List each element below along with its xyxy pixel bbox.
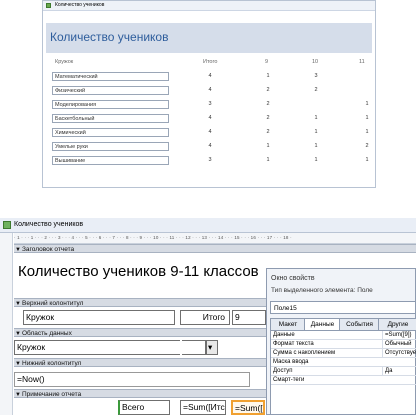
- section-label: Область данных: [22, 330, 72, 337]
- property-name: Доступ: [273, 368, 293, 374]
- column-header-9: 9: [265, 59, 269, 65]
- preview-cell-g10: 1: [314, 143, 318, 149]
- combo-dropdown-button[interactable]: ▾: [206, 340, 218, 355]
- preview-cell-total: 4: [208, 129, 212, 135]
- report-title-field[interactable]: Количество учеников 9-11 классов: [18, 263, 259, 280]
- report-preview: Количество учеников Количество учеников …: [42, 0, 376, 188]
- footer-sum-itogo-field[interactable]: =Sum([Итс: [180, 400, 226, 415]
- section-arrow-icon: ▼: [15, 392, 21, 398]
- detail-kruzhok-field[interactable]: Кружок: [14, 340, 206, 355]
- preview-cell-g11: 1: [365, 101, 369, 107]
- preview-row-name: Химический: [52, 128, 169, 137]
- preview-cell-g9: 1: [266, 143, 270, 149]
- section-label: Заголовок отчета: [22, 246, 75, 253]
- preview-cell-g11: 1: [365, 129, 369, 135]
- section-arrow-icon: ▼: [15, 301, 21, 307]
- preview-cell-g9: 1: [266, 73, 270, 79]
- preview-cell-g10: 2: [314, 87, 318, 93]
- page-footer-now-field[interactable]: =Now(): [14, 372, 250, 387]
- section-label: Верхний колонтитул: [22, 300, 84, 307]
- preview-cell-total: 4: [208, 87, 212, 93]
- property-row[interactable]: Доступ Да: [271, 367, 416, 376]
- property-row[interactable]: Маска ввода: [271, 358, 416, 367]
- preview-cell-total: 4: [208, 115, 212, 121]
- preview-cell-total: 4: [208, 73, 212, 79]
- preview-row-name: Физический: [52, 86, 169, 95]
- property-name: Сумма с накоплением: [273, 350, 336, 356]
- preview-cell-g10: 3: [314, 73, 318, 79]
- property-row[interactable]: Смарт-теги: [271, 376, 416, 385]
- report-banner: Количество учеников: [46, 23, 372, 53]
- preview-row-name: Баскетбольный: [52, 114, 169, 123]
- report-icon: [46, 3, 51, 8]
- preview-cell-g9: 2: [266, 87, 270, 93]
- object-selector[interactable]: Поле15: [270, 301, 416, 314]
- preview-cell-total: 3: [208, 101, 212, 107]
- preview-cell-g9: 2: [266, 129, 270, 135]
- property-value[interactable]: Да: [382, 367, 416, 375]
- chevron-down-icon: ▾: [208, 342, 213, 352]
- preview-cell-g9: 1: [266, 157, 270, 163]
- column-header-itogo: Итого: [203, 59, 218, 65]
- preview-cell-g11: 1: [365, 115, 369, 121]
- report-banner-title: Количество учеников: [50, 30, 169, 44]
- section-arrow-icon: ▼: [15, 331, 21, 337]
- header-9-label[interactable]: 9: [232, 310, 266, 325]
- report-icon: [3, 221, 11, 229]
- property-name: Маска ввода: [273, 359, 309, 365]
- preview-window-title: Количество учеников: [55, 2, 105, 8]
- preview-title-bar: Количество учеников: [43, 1, 375, 11]
- property-name: Смарт-теги: [273, 377, 305, 383]
- preview-cell-total: 4: [208, 143, 212, 149]
- property-row[interactable]: Формат текста Обычный: [271, 340, 416, 349]
- preview-cell-g9: 2: [266, 101, 270, 107]
- selection-type-label: Тип выделенного элемента: Поле: [271, 287, 373, 294]
- section-report-header[interactable]: ▼Заголовок отчета: [14, 244, 416, 253]
- design-window-title: Количество учеников: [14, 221, 84, 228]
- preview-cell-g11: 1: [365, 157, 369, 163]
- preview-cell-g10: 1: [314, 115, 318, 121]
- property-name: Данные: [273, 332, 295, 338]
- property-row[interactable]: Сумма с накоплением Отсутствует: [271, 349, 416, 358]
- section-label: Нижний колонтитул: [22, 360, 82, 367]
- section-arrow-icon: ▼: [15, 247, 21, 253]
- header-kruzhok-label[interactable]: Кружок: [23, 310, 175, 325]
- footer-vsego-label[interactable]: Всего: [118, 400, 170, 415]
- properties-title: Окно свойств: [271, 275, 315, 282]
- property-row[interactable]: Данные =Sum([9]): [271, 331, 416, 340]
- horizontal-ruler: · 1 · · · 1 · · · 2 · · · 3 · · · 4 · · …: [14, 233, 416, 244]
- section-label: Примечание отчета: [22, 391, 82, 398]
- column-header-kruzhok: Кружок: [55, 59, 74, 65]
- property-value[interactable]: Обычный: [382, 340, 416, 348]
- design-title-bar: Количество учеников: [0, 218, 416, 233]
- property-list: Данные =Sum([9]) Формат текста Обычный Сумма…: [270, 330, 416, 415]
- column-header-11: 11: [359, 59, 365, 65]
- section-arrow-icon: ▼: [15, 361, 21, 367]
- column-header-10: 10: [312, 59, 319, 65]
- preview-row-name: Моделирования: [52, 100, 169, 109]
- property-value[interactable]: =Sum([9]): [382, 331, 416, 339]
- preview-row-name: Математический: [52, 72, 169, 81]
- properties-panel: Окно свойств Тип выделенного элемента: П…: [266, 268, 416, 415]
- preview-cell-g11: 2: [365, 143, 369, 149]
- preview-row-name: Вышивание: [52, 156, 169, 165]
- preview-cell-g10: 1: [314, 129, 318, 135]
- preview-cell-g10: 1: [314, 157, 318, 163]
- report-design-window: Количество учеников · 1 · · · 1 · · · 2 …: [0, 218, 416, 415]
- footer-sum-9-field[interactable]: =Sum([9: [231, 400, 265, 415]
- preview-cell-total: 3: [208, 157, 212, 163]
- preview-cell-g9: 2: [266, 115, 270, 121]
- property-value[interactable]: Отсутствует: [382, 349, 416, 357]
- preview-row-name: Умелые руки: [52, 142, 169, 151]
- header-itogo-label[interactable]: Итого: [180, 310, 230, 325]
- property-name: Формат текста: [273, 341, 314, 347]
- vertical-ruler: [0, 233, 13, 415]
